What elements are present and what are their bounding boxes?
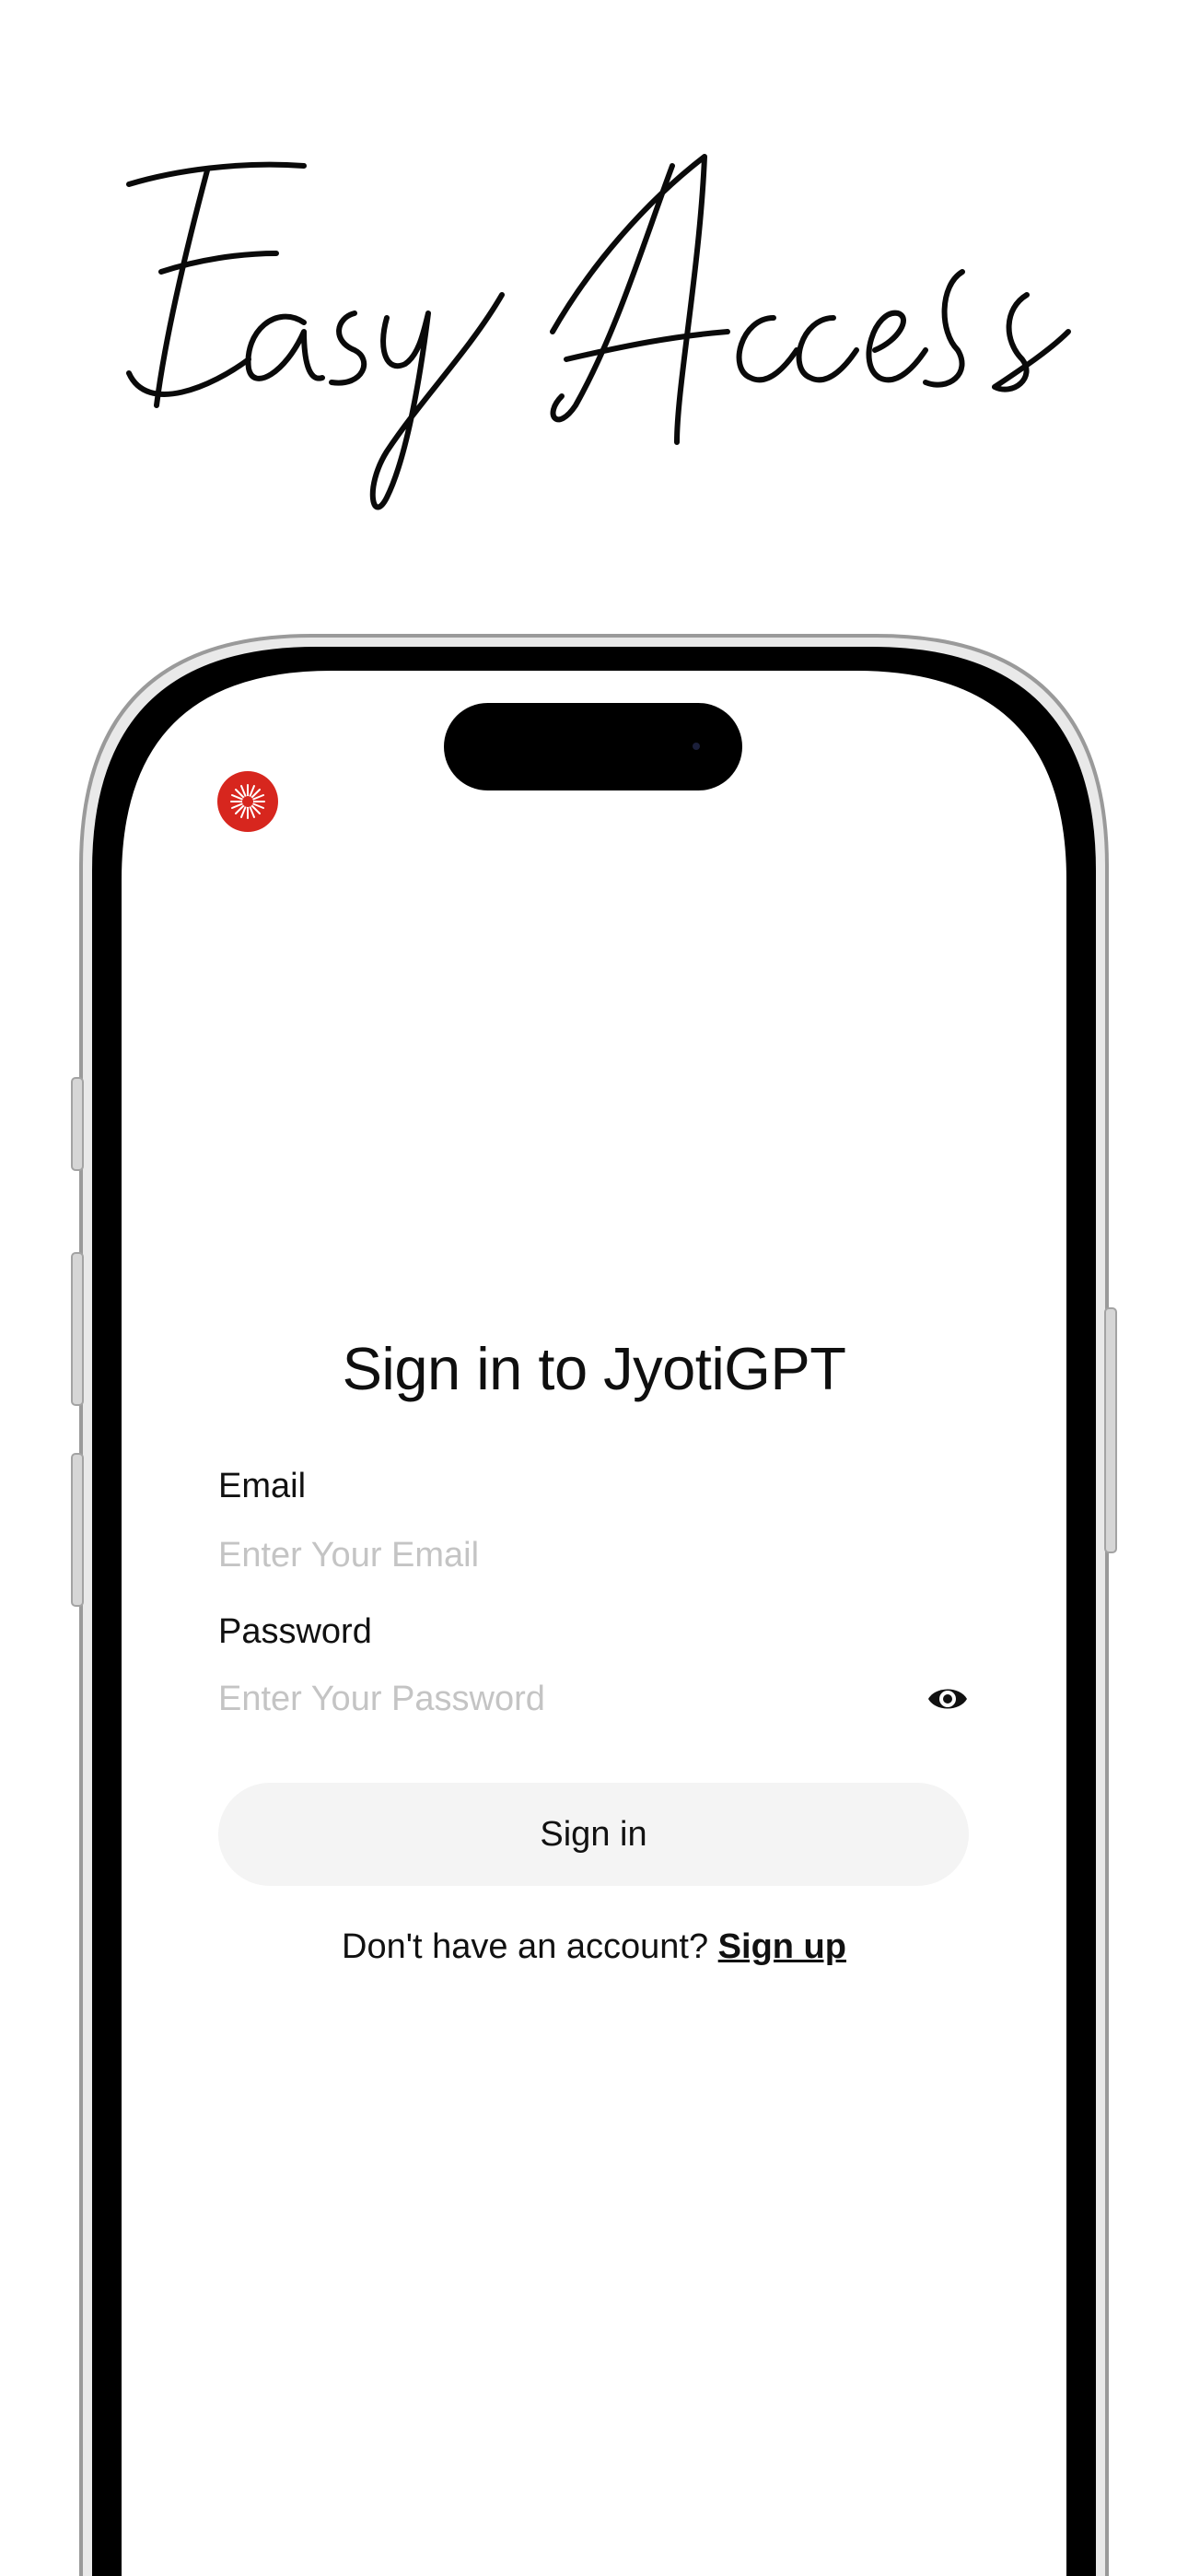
- password-label: Password: [218, 1612, 372, 1651]
- no-account-text: Don't have an account?: [342, 1927, 709, 1966]
- email-field[interactable]: [218, 1529, 973, 1581]
- password-field[interactable]: [218, 1673, 900, 1725]
- sign-up-link[interactable]: Sign up: [718, 1927, 846, 1966]
- app-logo-icon: [216, 770, 279, 833]
- sign-in-button[interactable]: Sign in: [218, 1783, 969, 1886]
- eye-icon[interactable]: [926, 1682, 969, 1715]
- headline-lettering-art: [126, 154, 1071, 510]
- email-label: Email: [218, 1467, 307, 1505]
- signup-prompt: Don't have an account? Sign up: [120, 1927, 1068, 1967]
- page-title: Sign in to JyotiGPT: [342, 1335, 846, 1402]
- headline-script: [0, 55, 1188, 534]
